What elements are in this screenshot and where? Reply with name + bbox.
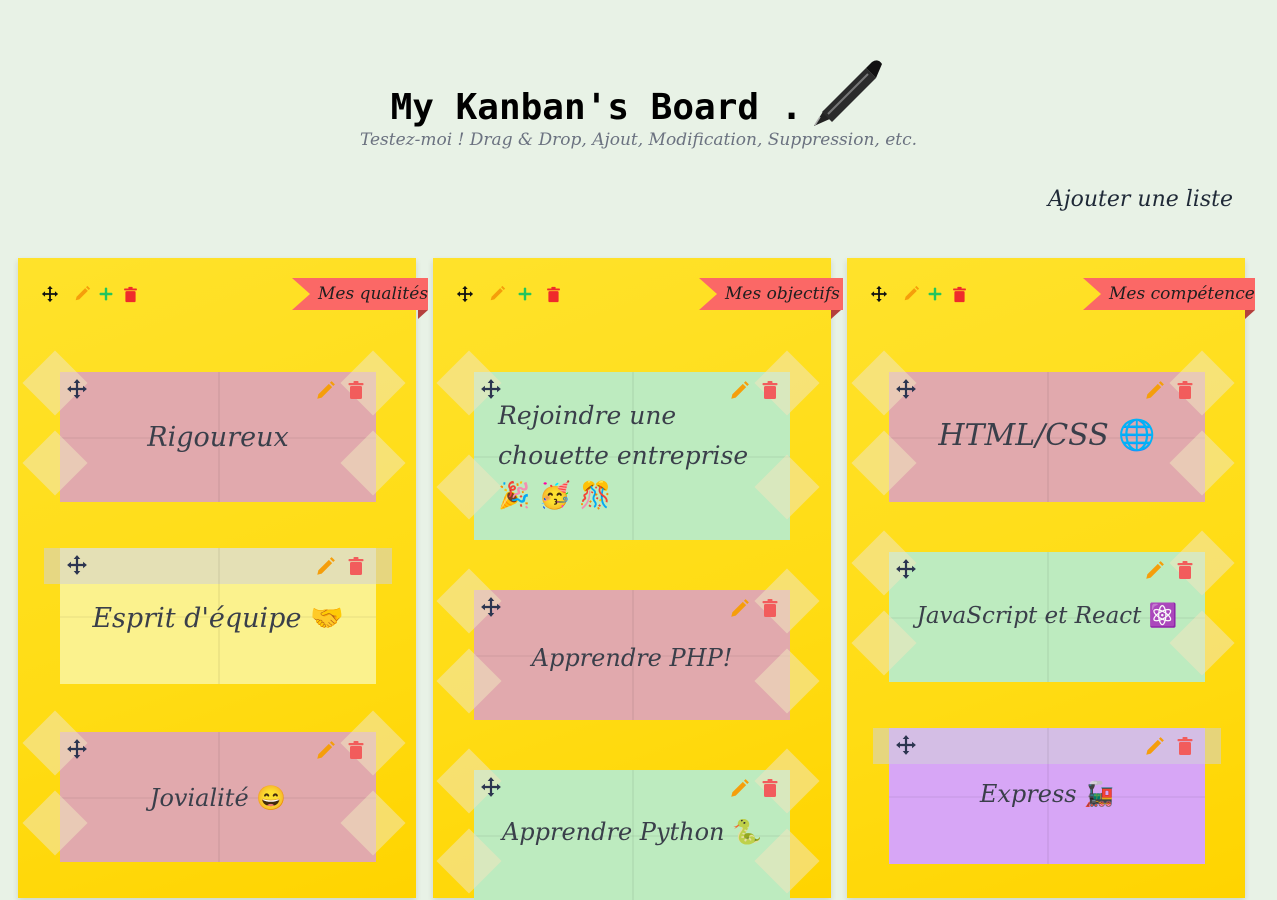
- list-column: Mes qualités Rigoureux Esprit d'équipe 🤝…: [18, 258, 428, 898]
- card-text: Esprit d'équipe: [92, 603, 302, 634]
- card[interactable]: Esprit d'équipe 🤝: [44, 548, 392, 684]
- move-card-icon[interactable]: [66, 378, 88, 400]
- move-card-icon[interactable]: [895, 734, 917, 756]
- move-card-icon[interactable]: [66, 554, 88, 576]
- card[interactable]: JavaScript et React ⚛️: [851, 530, 1235, 682]
- card[interactable]: Apprendre Python 🐍: [436, 748, 820, 900]
- add-card-icon[interactable]: [925, 284, 945, 304]
- ribbon-fold: [1245, 310, 1255, 319]
- list-title[interactable]: Mes compétences: [1083, 278, 1255, 310]
- list-title[interactable]: Mes qualités: [292, 278, 428, 310]
- globe-emoji: 🌐: [1118, 418, 1156, 453]
- card-text: Rigoureux: [147, 422, 289, 453]
- edit-card-icon[interactable]: [1143, 736, 1165, 758]
- edit-card-icon[interactable]: [728, 778, 750, 800]
- edit-list-icon[interactable]: [72, 284, 92, 304]
- card[interactable]: Apprendre PHP!: [436, 568, 820, 720]
- delete-card-icon[interactable]: [1175, 560, 1197, 582]
- delete-card-icon[interactable]: [346, 556, 368, 578]
- move-card-icon[interactable]: [66, 738, 88, 760]
- fountain-pen-icon: [806, 54, 886, 134]
- snake-emoji: 🐍: [732, 818, 763, 846]
- page-title: My Kanban's Board .: [390, 87, 803, 128]
- list-column: Mes compétences HTML/CSS 🌐 JavaScript et…: [847, 258, 1255, 898]
- delete-list-icon[interactable]: [949, 284, 969, 304]
- atom-emoji: ⚛️: [1148, 603, 1178, 629]
- delete-card-icon[interactable]: [760, 778, 782, 800]
- move-list-icon[interactable]: [455, 284, 475, 304]
- card-text: HTML/CSS: [938, 418, 1109, 453]
- delete-card-icon[interactable]: [1175, 736, 1197, 758]
- party-emojis: 🎉 🥳 🎊: [498, 481, 612, 511]
- delete-list-icon[interactable]: [543, 284, 563, 304]
- card[interactable]: Rejoindre une chouette entreprise 🎉 🥳 🎊: [436, 350, 820, 540]
- edit-list-icon[interactable]: [901, 284, 921, 304]
- handshake-emoji: 🤝: [310, 603, 344, 634]
- add-card-icon[interactable]: [515, 284, 535, 304]
- edit-card-icon[interactable]: [314, 556, 336, 578]
- page-title-row: My Kanban's Board .: [0, 48, 1277, 128]
- list-title[interactable]: Mes objectifs: [699, 278, 843, 310]
- edit-card-icon[interactable]: [1143, 560, 1165, 582]
- delete-card-icon[interactable]: [346, 380, 368, 402]
- add-list-button[interactable]: Ajouter une liste: [1048, 187, 1233, 212]
- edit-card-icon[interactable]: [314, 380, 336, 402]
- move-card-icon[interactable]: [480, 776, 502, 798]
- card-text: JavaScript et React: [916, 603, 1142, 629]
- card-text-line2: chouette entreprise: [498, 441, 749, 470]
- card-text: Apprendre Python: [501, 818, 725, 846]
- card[interactable]: Rigoureux: [22, 350, 406, 502]
- add-card-icon[interactable]: [96, 284, 116, 304]
- card-text: Apprendre PHP!: [531, 644, 733, 672]
- page-subtitle: Testez-moi ! Drag & Drop, Ajout, Modific…: [359, 130, 918, 150]
- card-text: Rejoindre une: [498, 401, 677, 430]
- move-card-icon[interactable]: [480, 596, 502, 618]
- grinning-face-emoji: 😄: [256, 784, 287, 812]
- ribbon-fold: [418, 310, 428, 319]
- move-list-icon[interactable]: [40, 284, 60, 304]
- list-toolbar: [455, 284, 563, 304]
- delete-card-icon[interactable]: [1175, 380, 1197, 402]
- card[interactable]: Express 🚂: [873, 728, 1221, 864]
- move-list-icon[interactable]: [869, 284, 889, 304]
- edit-card-icon[interactable]: [728, 598, 750, 620]
- delete-list-icon[interactable]: [120, 284, 140, 304]
- ribbon-fold: [831, 310, 841, 319]
- card-text: Express: [979, 780, 1077, 808]
- list-toolbar: [869, 284, 969, 304]
- list-toolbar: [40, 284, 140, 304]
- edit-card-icon[interactable]: [1143, 380, 1165, 402]
- locomotive-emoji: 🚂: [1084, 780, 1115, 808]
- move-card-icon[interactable]: [895, 558, 917, 580]
- list-column: Mes objectifs Rejoindre une chouette ent…: [433, 258, 843, 900]
- card[interactable]: HTML/CSS 🌐: [851, 350, 1235, 502]
- delete-card-icon[interactable]: [346, 740, 368, 762]
- delete-card-icon[interactable]: [760, 598, 782, 620]
- card[interactable]: Jovialité 😄: [22, 710, 406, 862]
- card-text: Jovialité: [149, 784, 249, 812]
- move-card-icon[interactable]: [895, 378, 917, 400]
- edit-card-icon[interactable]: [314, 740, 336, 762]
- edit-list-icon[interactable]: [487, 284, 507, 304]
